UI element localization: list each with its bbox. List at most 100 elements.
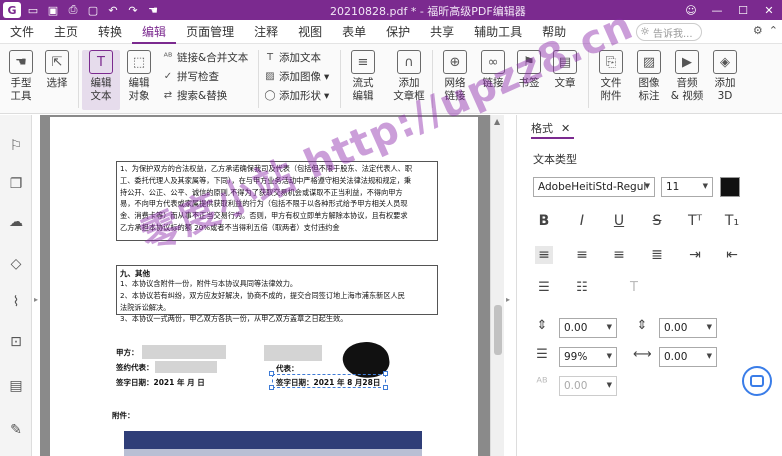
- maximize-button[interactable]: ☐: [730, 4, 756, 17]
- minimize-button[interactable]: —: [704, 4, 730, 17]
- edit-object-button[interactable]: ⬚ 编辑 对象: [120, 50, 158, 103]
- menu-comment[interactable]: 注释: [244, 20, 288, 44]
- signature-panel-icon[interactable]: ✎: [7, 421, 25, 439]
- sign-date-b: 签字日期：2021 年 8 月28日: [276, 378, 381, 387]
- add-image-button[interactable]: ▨ 添加图像 ▾: [264, 69, 329, 84]
- underline-icon[interactable]: U: [610, 212, 628, 230]
- article-button[interactable]: ▤ 文章: [546, 50, 584, 90]
- line-spacing-select[interactable]: 0.00 ▼: [559, 318, 617, 338]
- strikethrough-icon[interactable]: S: [648, 212, 666, 230]
- menu-tools[interactable]: 辅助工具: [464, 20, 532, 44]
- resize-handle[interactable]: [383, 385, 388, 390]
- menu-help[interactable]: 帮助: [532, 20, 576, 44]
- scrollbar-thumb[interactable]: [494, 305, 502, 355]
- close-button[interactable]: ✕: [756, 4, 782, 17]
- menu-edit[interactable]: 编辑: [132, 20, 177, 44]
- pdf-page: 1、为保护双方的合法权益，乙方承诺确保我司及代表（包括但不限于股东、法定代表人、…: [50, 117, 478, 456]
- hand-icon[interactable]: ☚: [145, 2, 161, 18]
- save-icon[interactable]: ▣: [45, 2, 61, 18]
- font-family-select[interactable]: AdobeHeitiStd-Regul ▼: [533, 177, 655, 197]
- bookmark-panel-icon[interactable]: ⚐: [7, 137, 25, 155]
- expand-left-panel-icon[interactable]: ▸: [34, 295, 38, 304]
- menu-protect[interactable]: 保护: [376, 20, 420, 44]
- dropdown-arrow-icon: ▾: [324, 89, 330, 102]
- align-right-icon[interactable]: ≡: [610, 246, 628, 264]
- comments-panel-icon[interactable]: ☁: [7, 213, 25, 231]
- menu-convert[interactable]: 转换: [88, 20, 132, 44]
- close-panel-icon[interactable]: ✕: [561, 122, 570, 135]
- paragraph-spacing-select[interactable]: 0.00 ▼: [659, 318, 717, 338]
- menu-file[interactable]: 文件: [0, 20, 44, 44]
- collapse-ribbon-icon[interactable]: ⌃: [769, 24, 778, 37]
- section-9-text: 1、本协议含附件一份，附件与本协议具同等法律效力。 2、本协议若有纠纷，双方应友…: [120, 279, 405, 324]
- flow-edit-button[interactable]: ≡ 流式 编辑: [344, 50, 382, 103]
- baseline-offset-select[interactable]: 0.00 ▼: [559, 376, 617, 396]
- add-text-button[interactable]: T 添加文本: [264, 50, 321, 65]
- web-link-button[interactable]: ⊕ 网络 链接: [436, 50, 474, 103]
- superscript-icon[interactable]: Tᵀ: [686, 212, 704, 230]
- font-size-select[interactable]: 11 ▼: [661, 177, 713, 197]
- italic-icon[interactable]: I: [573, 212, 591, 230]
- search-replace-button[interactable]: ⇄ 搜索&替换: [162, 88, 227, 103]
- add-shape-button[interactable]: ◯ 添加形状 ▾: [264, 88, 329, 103]
- spell-check-button[interactable]: ✓ 拼写检查: [162, 69, 219, 84]
- char-spacing-select[interactable]: 0.00 ▼: [659, 347, 717, 367]
- menu-form[interactable]: 表单: [332, 20, 376, 44]
- bullet-list-icon[interactable]: ☰: [535, 280, 553, 295]
- image-annotation-button[interactable]: ▨ 图像 标注: [630, 50, 668, 103]
- ribbon-divider: [432, 50, 433, 108]
- resize-handle[interactable]: [269, 385, 274, 390]
- align-justify-icon[interactable]: ≣: [648, 246, 666, 264]
- resize-handle[interactable]: [383, 371, 388, 376]
- menu-home[interactable]: 主页: [44, 20, 88, 44]
- text-color-swatch[interactable]: [720, 177, 740, 197]
- collapse-right-panel-icon[interactable]: ▸: [506, 295, 510, 304]
- bold-icon[interactable]: B: [535, 212, 553, 230]
- account-icon[interactable]: ☺: [678, 4, 704, 17]
- vertical-scrollbar[interactable]: ▲: [490, 115, 504, 456]
- image-annotation-icon: ▨: [637, 50, 661, 74]
- add-textbox-button[interactable]: ∩ 添加 文章框: [390, 50, 428, 103]
- resize-handle[interactable]: [269, 371, 274, 376]
- settings-icon[interactable]: ⚙: [753, 24, 763, 37]
- scroll-up-icon[interactable]: ▲: [494, 117, 500, 126]
- redo-icon[interactable]: ↷: [125, 2, 141, 18]
- pages-panel-icon[interactable]: ❐: [7, 175, 25, 193]
- menu-share[interactable]: 共享: [420, 20, 464, 44]
- align-center-icon[interactable]: ≡: [573, 246, 591, 264]
- ribbon-divider: [340, 50, 341, 108]
- menu-view[interactable]: 视图: [288, 20, 332, 44]
- chevron-down-icon: ▼: [606, 381, 612, 389]
- link-merge-text-button[interactable]: ᴬᴮ 链接&合并文本: [162, 50, 249, 65]
- layers-panel-icon[interactable]: ◇: [7, 255, 25, 273]
- scale-select[interactable]: 99% ▼: [559, 347, 617, 367]
- numbered-list-icon[interactable]: ☷: [573, 280, 591, 295]
- tell-me-search[interactable]: ☼ 告诉我...: [636, 23, 702, 41]
- attachments-panel-icon[interactable]: ⌇: [7, 293, 25, 311]
- select-button[interactable]: ⇱ 选择: [38, 50, 76, 90]
- link-button[interactable]: ∞ 链接: [474, 50, 512, 90]
- indent-decrease-icon[interactable]: ⇤: [723, 246, 741, 264]
- menu-page-manage[interactable]: 页面管理: [176, 20, 244, 44]
- bookmark-button[interactable]: ⚑ 书签: [510, 50, 548, 90]
- indent-increase-icon[interactable]: ⇥: [686, 246, 704, 264]
- new-icon[interactable]: ▢: [85, 2, 101, 18]
- hand-tool-button[interactable]: ☚ 手型 工具: [2, 50, 40, 103]
- security-panel-icon[interactable]: ⊡: [7, 333, 25, 351]
- format-tab[interactable]: 格式 ✕: [531, 119, 575, 139]
- file-attachment-button[interactable]: ⎘ 文件 附件: [592, 50, 630, 103]
- text-direction-icon[interactable]: T: [625, 280, 643, 295]
- assistant-button[interactable]: [742, 366, 772, 396]
- content-panel-icon[interactable]: ▤: [7, 377, 25, 395]
- edit-text-button[interactable]: T 编辑 文本: [82, 50, 120, 110]
- document-view[interactable]: 1、为保护双方的合法权益，乙方承诺确保我司及代表（包括但不限于股东、法定代表人、…: [40, 115, 490, 456]
- print-icon[interactable]: ⎙: [65, 2, 81, 18]
- add-3d-button[interactable]: ◈ 添加 3D: [706, 50, 744, 103]
- redacted-attachment-row: [124, 449, 422, 456]
- align-left-icon[interactable]: ≡: [535, 246, 553, 264]
- open-icon[interactable]: ▭: [25, 2, 41, 18]
- audio-video-button[interactable]: ▶ 音频 & 视频: [668, 50, 706, 103]
- undo-icon[interactable]: ↶: [105, 2, 121, 18]
- ribbon-divider: [258, 50, 259, 108]
- subscript-icon[interactable]: T₁: [723, 212, 741, 230]
